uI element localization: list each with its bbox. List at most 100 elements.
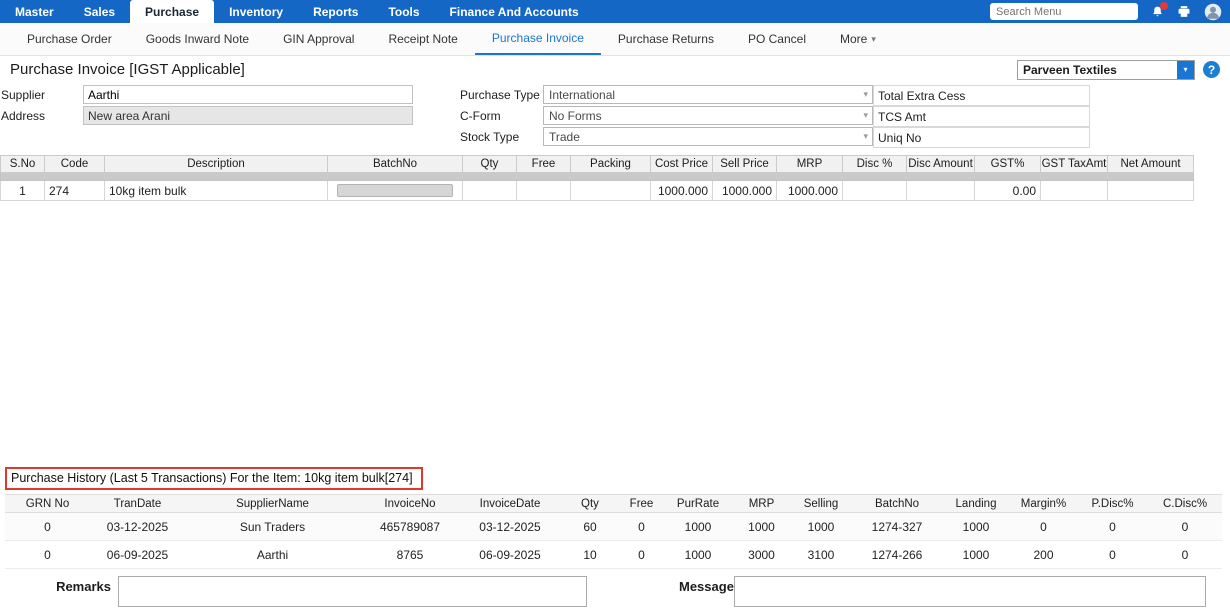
hcell-qty: 60 <box>560 513 620 541</box>
col-qty: Qty <box>463 156 517 173</box>
address-input <box>83 106 413 125</box>
hcol-mrp: MRP <box>733 495 790 513</box>
company-selector[interactable]: Parveen Textiles ▾ <box>1017 60 1195 80</box>
history-row: 0 06-09-2025 Aarthi 8765 06-09-2025 10 0… <box>5 541 1222 569</box>
subnav-receipt-note[interactable]: Receipt Note <box>371 23 474 55</box>
hcell-batchno: 1274-327 <box>852 513 942 541</box>
cell-mrp[interactable]: 1000.000 <box>777 181 843 201</box>
hcell-free: 0 <box>620 513 663 541</box>
subnav-gin-approval[interactable]: GIN Approval <box>266 23 371 55</box>
cell-description[interactable]: 10kg item bulk <box>105 181 328 201</box>
help-button[interactable]: ? <box>1203 61 1220 78</box>
cell-code[interactable]: 274 <box>45 181 105 201</box>
subnav-purchase-invoice[interactable]: Purchase Invoice <box>475 23 601 55</box>
cell-batchno <box>328 181 463 201</box>
hcell-free: 0 <box>620 541 663 569</box>
remarks-label: Remarks <box>0 576 118 594</box>
hcol-suppliername: SupplierName <box>185 495 360 513</box>
subnav-purchase-returns[interactable]: Purchase Returns <box>601 23 731 55</box>
remarks-textarea[interactable] <box>118 576 587 607</box>
uniq-no-input[interactable] <box>921 128 1089 147</box>
total-extra-cess-input[interactable] <box>965 86 1089 105</box>
tcs-amt-input[interactable] <box>926 107 1089 126</box>
stock-type-select[interactable]: Trade ▾ <box>543 127 873 146</box>
hcol-invoiceno: InvoiceNo <box>360 495 460 513</box>
subnav-po-cancel[interactable]: PO Cancel <box>731 23 823 55</box>
col-gst-pct: GST% <box>975 156 1041 173</box>
chevron-down-icon: ▾ <box>871 34 876 45</box>
hcol-selling: Selling <box>790 495 852 513</box>
notification-badge <box>1160 2 1168 10</box>
cell-packing[interactable] <box>571 181 651 201</box>
cell-sno[interactable]: 1 <box>1 181 45 201</box>
hcell-suppliername: Sun Traders <box>185 513 360 541</box>
hcell-pdisc-pct: 0 <box>1077 541 1148 569</box>
cell-sell-price[interactable]: 1000.000 <box>713 181 777 201</box>
search-input[interactable] <box>990 3 1138 20</box>
menu-item-purchase[interactable]: Purchase <box>130 0 214 23</box>
subnav-goods-inward-note[interactable]: Goods Inward Note <box>129 23 266 55</box>
hcell-invoicedate: 03-12-2025 <box>460 513 560 541</box>
menu-item-finance-and-accounts[interactable]: Finance And Accounts <box>435 0 594 23</box>
chevron-down-icon: ▾ <box>863 89 872 100</box>
cell-disc-amount[interactable] <box>907 181 975 201</box>
menu-item-reports[interactable]: Reports <box>298 0 373 23</box>
supplier-input[interactable] <box>83 85 413 104</box>
col-sell-price: Sell Price <box>713 156 777 173</box>
hcell-trandate: 03-12-2025 <box>90 513 185 541</box>
person-icon <box>1204 3 1222 21</box>
purchase-history-table: GRN No TranDate SupplierName InvoiceNo I… <box>5 494 1222 569</box>
print-button[interactable] <box>1177 5 1191 18</box>
menu-item-inventory[interactable]: Inventory <box>214 0 298 23</box>
col-disc-amount: Disc Amount <box>907 156 975 173</box>
uniq-no-field: Uniq No <box>873 127 1090 148</box>
purchase-type-select[interactable]: International ▾ <box>543 85 873 104</box>
company-selector-value: Parveen Textiles <box>1018 63 1177 77</box>
cell-gst-taxamt[interactable] <box>1041 181 1108 201</box>
company-dropdown-button[interactable]: ▾ <box>1177 61 1194 79</box>
hcol-purrate: PurRate <box>663 495 733 513</box>
hcell-grn-no: 0 <box>5 513 90 541</box>
menu-item-sales[interactable]: Sales <box>69 0 130 23</box>
items-table: S.No Code Description BatchNo Qty Free P… <box>0 155 1194 201</box>
hcell-purrate: 1000 <box>663 513 733 541</box>
cell-cost-price[interactable]: 1000.000 <box>651 181 713 201</box>
history-header-row: GRN No TranDate SupplierName InvoiceNo I… <box>5 495 1222 513</box>
items-row: 1 274 10kg item bulk 1000.000 1000.000 1… <box>1 181 1194 201</box>
hcell-cdisc-pct: 0 <box>1148 513 1222 541</box>
history-row: 0 03-12-2025 Sun Traders 465789087 03-12… <box>5 513 1222 541</box>
hcell-suppliername: Aarthi <box>185 541 360 569</box>
hcol-invoicedate: InvoiceDate <box>460 495 560 513</box>
hcell-mrp: 1000 <box>733 513 790 541</box>
uniq-no-label: Uniq No <box>874 131 921 145</box>
subnav-more[interactable]: More ▾ <box>823 23 893 55</box>
hcol-pdisc-pct: P.Disc% <box>1077 495 1148 513</box>
hcell-batchno: 1274-266 <box>852 541 942 569</box>
hcol-cdisc-pct: C.Disc% <box>1148 495 1222 513</box>
invoice-form: Supplier Address Purchase Type Internati… <box>0 83 1230 153</box>
menu-item-master[interactable]: Master <box>0 0 69 23</box>
hcol-landing: Landing <box>942 495 1010 513</box>
cell-qty[interactable] <box>463 181 517 201</box>
user-avatar[interactable] <box>1204 3 1222 21</box>
cell-net-amount[interactable] <box>1108 181 1194 201</box>
cell-gst-pct[interactable]: 0.00 <box>975 181 1041 201</box>
cell-free[interactable] <box>517 181 571 201</box>
hcell-margin-pct: 200 <box>1010 541 1077 569</box>
batchno-disabled-input <box>337 184 453 197</box>
items-divider-row <box>1 173 1194 181</box>
cform-select[interactable]: No Forms ▾ <box>543 106 873 125</box>
menu-item-tools[interactable]: Tools <box>373 0 434 23</box>
purchase-type-label: Purchase Type <box>460 88 540 102</box>
subnav-label: GIN Approval <box>283 32 354 46</box>
subnav-purchase-order[interactable]: Purchase Order <box>10 23 129 55</box>
subnav-label: More <box>840 32 867 46</box>
hcell-landing: 1000 <box>942 513 1010 541</box>
hcell-trandate: 06-09-2025 <box>90 541 185 569</box>
hcol-trandate: TranDate <box>90 495 185 513</box>
message-textarea[interactable] <box>734 576 1206 607</box>
hcell-grn-no: 0 <box>5 541 90 569</box>
cell-disc-pct[interactable] <box>843 181 907 201</box>
notifications-button[interactable] <box>1151 5 1164 19</box>
stock-type-value: Trade <box>544 130 863 144</box>
